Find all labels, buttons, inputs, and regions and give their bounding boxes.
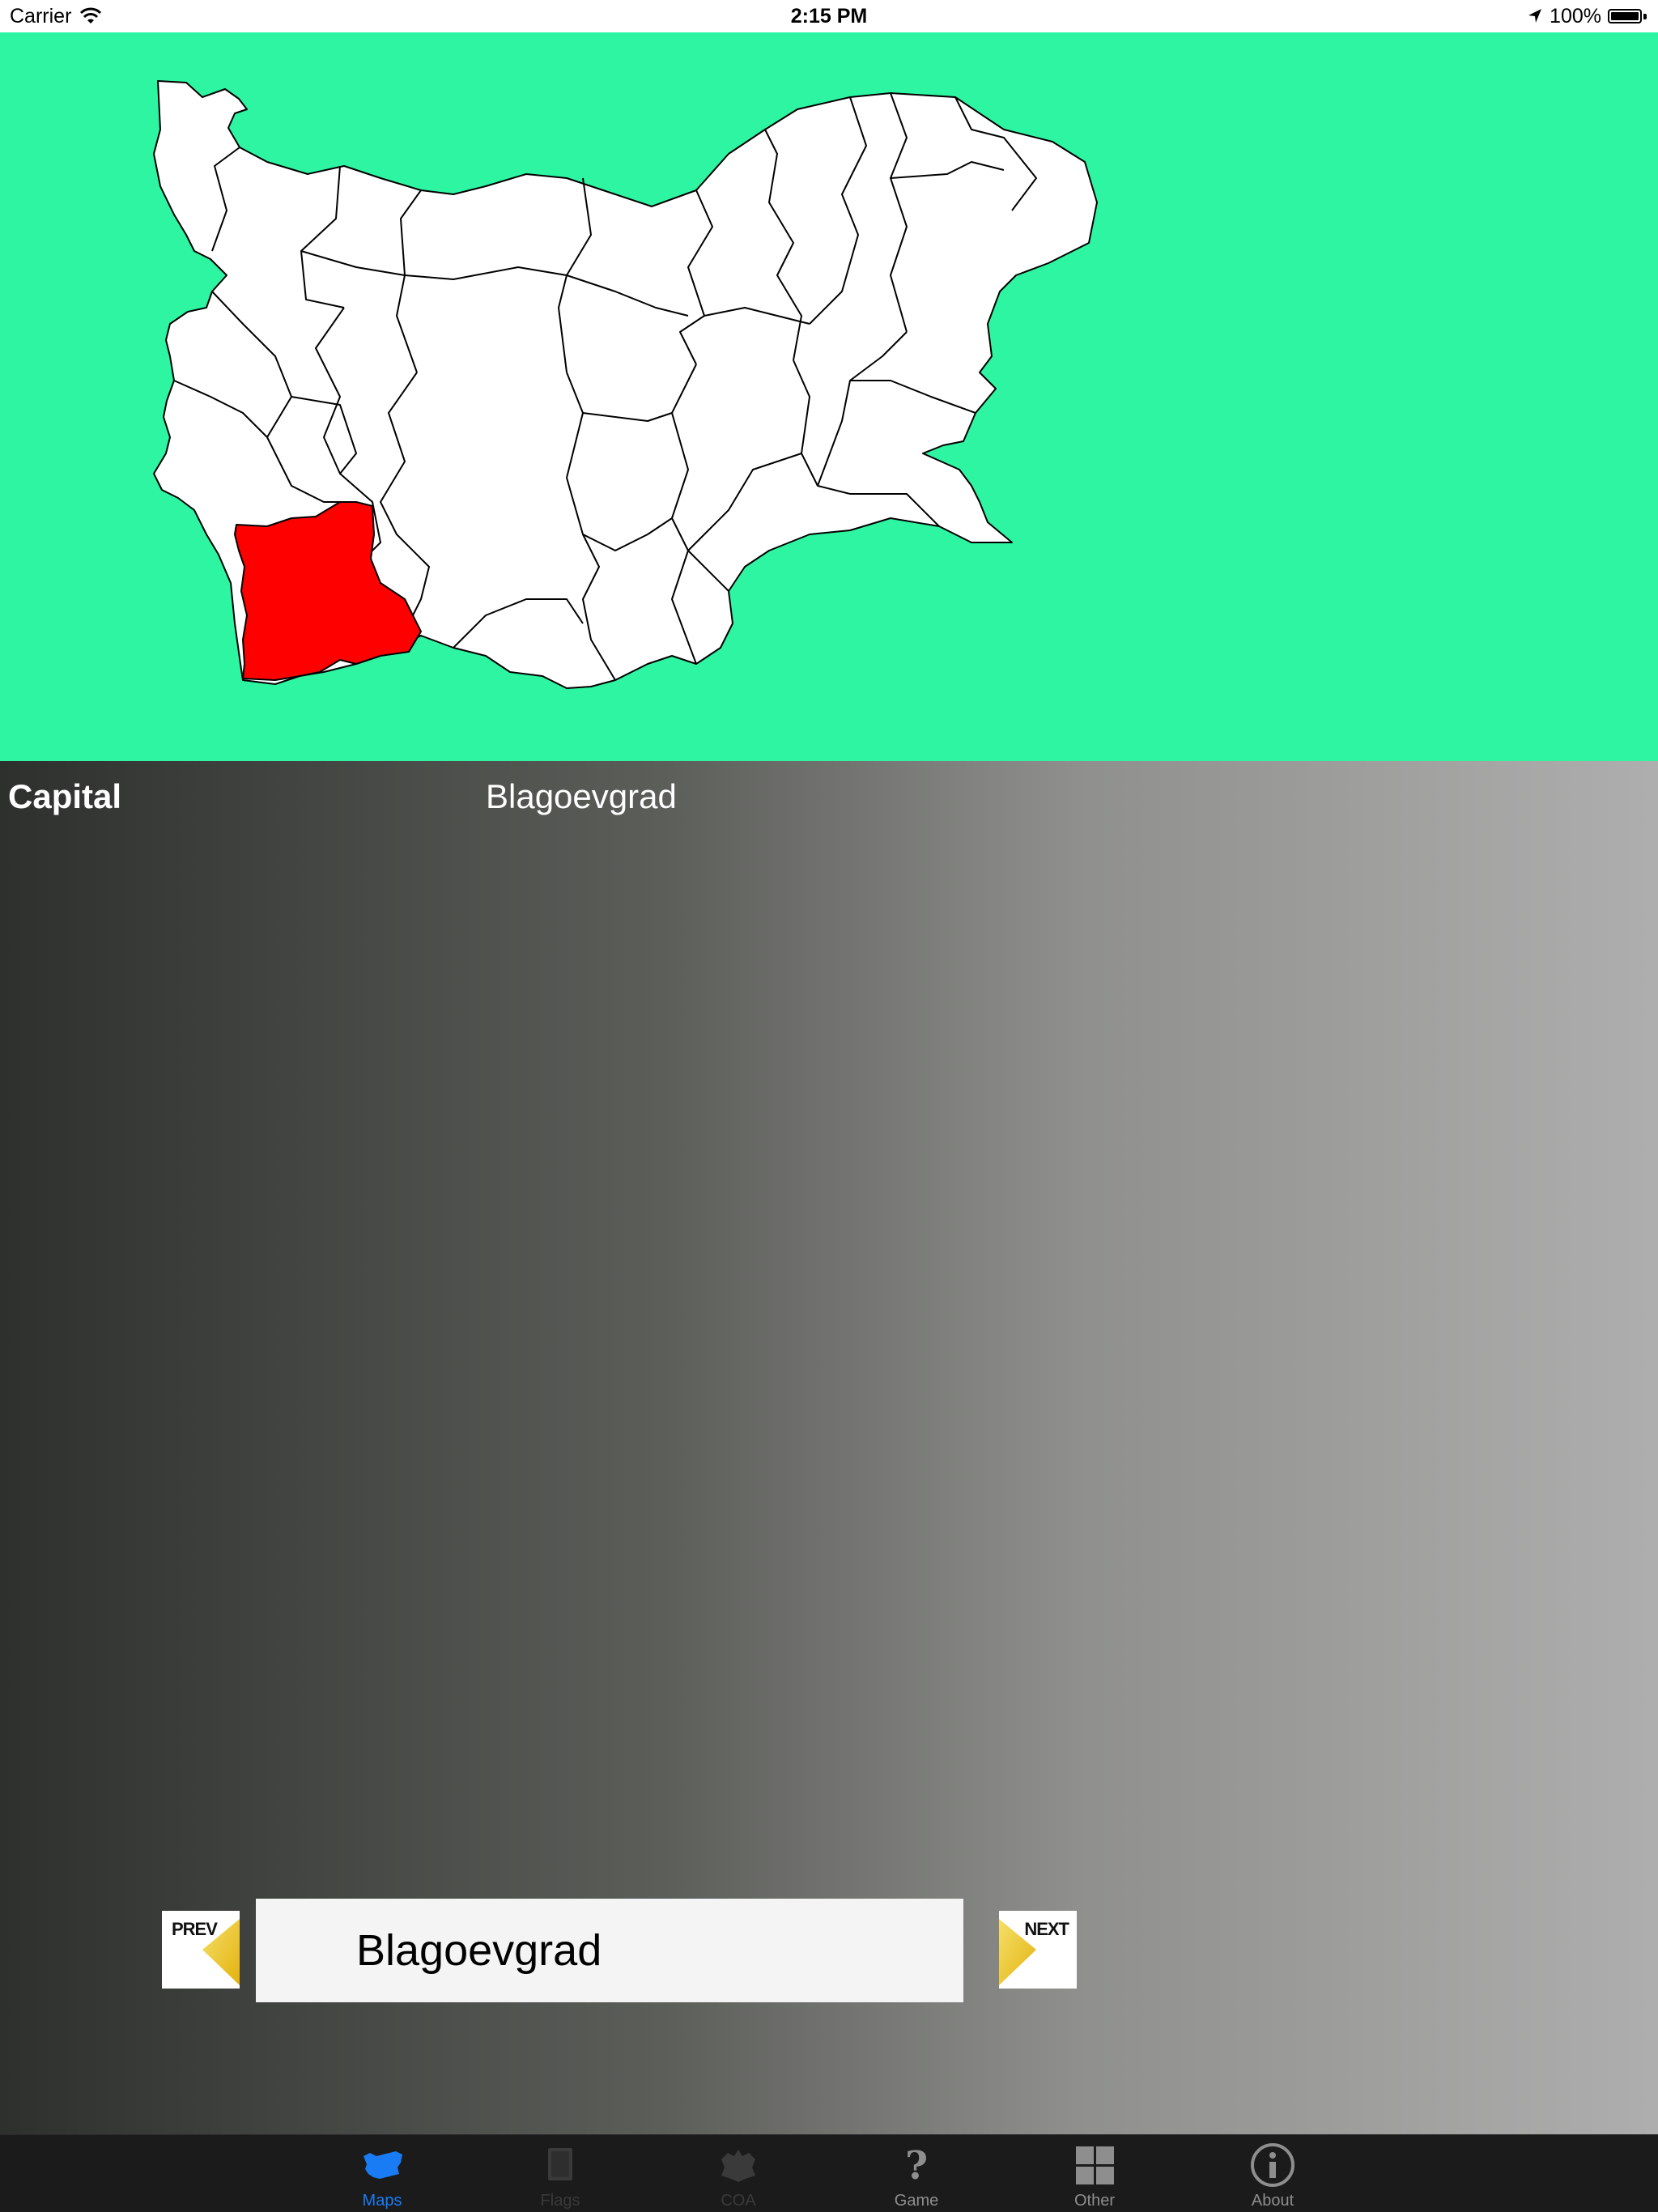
tab-label: Other [1073, 2192, 1116, 2210]
tab-coa[interactable]: COA [649, 2135, 827, 2212]
next-label: NEXT [1024, 1919, 1069, 1939]
prev-label: PREV [172, 1919, 218, 1939]
region-name-box: Blagoevgrad [256, 1899, 963, 2002]
info-icon [1251, 2143, 1295, 2187]
tab-label: Maps [362, 2192, 402, 2210]
tab-label: About [1251, 2192, 1295, 2210]
capital-label: Capital [8, 777, 122, 815]
content-panel: Capital Blagoevgrad PREV Blagoevgrad NEX… [0, 761, 1658, 2134]
tab-label: Flags [540, 2192, 580, 2210]
status-right: 100% [1527, 0, 1647, 32]
question-mark-icon: ? [905, 2143, 928, 2189]
next-button[interactable]: NEXT [999, 1911, 1077, 1989]
svg-text:?: ? [905, 2143, 928, 2189]
tab-bar: Maps Flags COA ? Game Other About [0, 2134, 1658, 2212]
bulgaria-map-icon [363, 2151, 402, 2179]
tab-maps[interactable]: Maps [293, 2135, 471, 2212]
tab-about[interactable]: About [1184, 2135, 1362, 2212]
map-area [0, 32, 1658, 761]
battery-icon [1608, 7, 1647, 25]
battery-percent: 100% [1550, 5, 1601, 28]
capital-value: Blagoevgrad [486, 777, 677, 815]
tab-game[interactable]: ? Game [827, 2135, 1005, 2212]
tab-label: Game [894, 2192, 939, 2210]
tab-flags[interactable]: Flags [471, 2135, 649, 2212]
location-arrow-icon [1528, 9, 1542, 23]
flag-book-icon [548, 2148, 572, 2180]
tab-label: COA [721, 2192, 756, 2210]
status-bar: Carrier 2:15 PM 100% [0, 0, 1658, 32]
tab-other[interactable]: Other [1005, 2135, 1184, 2212]
region-name: Blagoevgrad [356, 1926, 602, 1975]
grid-icon [1076, 2146, 1114, 2184]
status-time: 2:15 PM [790, 5, 868, 28]
prev-button[interactable]: PREV [162, 1911, 240, 1989]
coat-of-arms-icon [721, 2150, 755, 2182]
bulgaria-map[interactable] [0, 32, 1658, 761]
